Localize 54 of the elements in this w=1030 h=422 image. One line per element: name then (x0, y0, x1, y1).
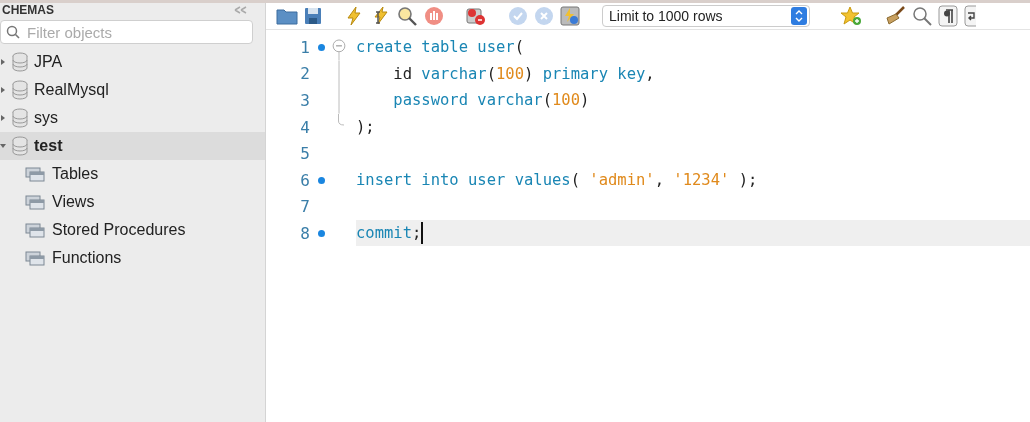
code-line: ); (356, 118, 375, 137)
schema-folder-item[interactable]: Tables (0, 160, 265, 188)
database-icon (12, 108, 28, 128)
search-icon[interactable] (396, 6, 418, 26)
code-line: insert into user values( 'admin', '1234' ); (356, 171, 758, 190)
lightning-icon[interactable] (344, 6, 364, 26)
disclosure-icon[interactable] (0, 87, 6, 93)
schema-folder-item[interactable]: Views (0, 188, 265, 216)
code-line: password varchar(100) (392, 91, 590, 110)
schema-item[interactable]: sys (0, 104, 265, 132)
save-icon[interactable] (304, 7, 322, 25)
code-line: id varchar(100) primary key, (392, 64, 655, 83)
folder-icon (25, 222, 45, 238)
star-plus-icon[interactable] (840, 6, 862, 26)
stop-icon[interactable] (424, 6, 444, 26)
folder-icon[interactable] (276, 7, 298, 25)
search-icon[interactable] (912, 6, 932, 26)
database-icon (12, 136, 28, 156)
stepper-icon (791, 7, 807, 25)
schema-item[interactable]: RealMysql (0, 76, 265, 104)
schema-folder-item[interactable]: Functions (0, 244, 265, 272)
schema-item[interactable]: test (0, 132, 265, 160)
code-line: commit; (356, 224, 422, 243)
line-number: 3 (299, 91, 310, 110)
search-icon (6, 25, 20, 39)
row-limit-select[interactable]: Limit to 1000 rows (602, 5, 810, 27)
line-number: 1 (299, 37, 310, 57)
pilcrow-icon[interactable] (938, 5, 958, 27)
panel-title: CHEMAS (2, 3, 54, 17)
cancel-icon[interactable] (466, 6, 486, 26)
line-number: 4 (299, 117, 310, 137)
disclosure-icon[interactable] (0, 59, 6, 65)
check-icon[interactable] (508, 6, 528, 26)
disclosure-icon[interactable] (0, 143, 6, 149)
wrap-icon[interactable] (964, 5, 976, 27)
autocommit-icon[interactable] (560, 6, 580, 26)
folder-icon (25, 250, 45, 266)
line-number: 6 (299, 170, 310, 190)
broom-icon[interactable] (884, 6, 906, 26)
line-number: 7 (299, 197, 310, 217)
schema-item[interactable]: JPA (0, 48, 265, 76)
schema-folder-item[interactable]: Stored Procedures (0, 216, 265, 244)
folder-icon (25, 166, 45, 182)
folder-icon (25, 194, 45, 210)
code-line: create table user( (356, 38, 524, 57)
database-icon (12, 52, 28, 72)
disclosure-icon[interactable] (0, 115, 6, 121)
line-number: 2 (299, 64, 310, 84)
code-editor[interactable]: 1 create table user( 2 id varchar(100) primary key, 3 password varchar(100) 4 ); 5 6 insert into user values( 'admin', '1234' ); 7 8 commit; (266, 30, 1030, 247)
line-number: 8 (299, 223, 310, 243)
database-icon (12, 80, 28, 100)
line-number: 5 (299, 144, 310, 164)
filter-field[interactable]: Filter objects (0, 20, 253, 44)
text-cursor (421, 222, 424, 245)
